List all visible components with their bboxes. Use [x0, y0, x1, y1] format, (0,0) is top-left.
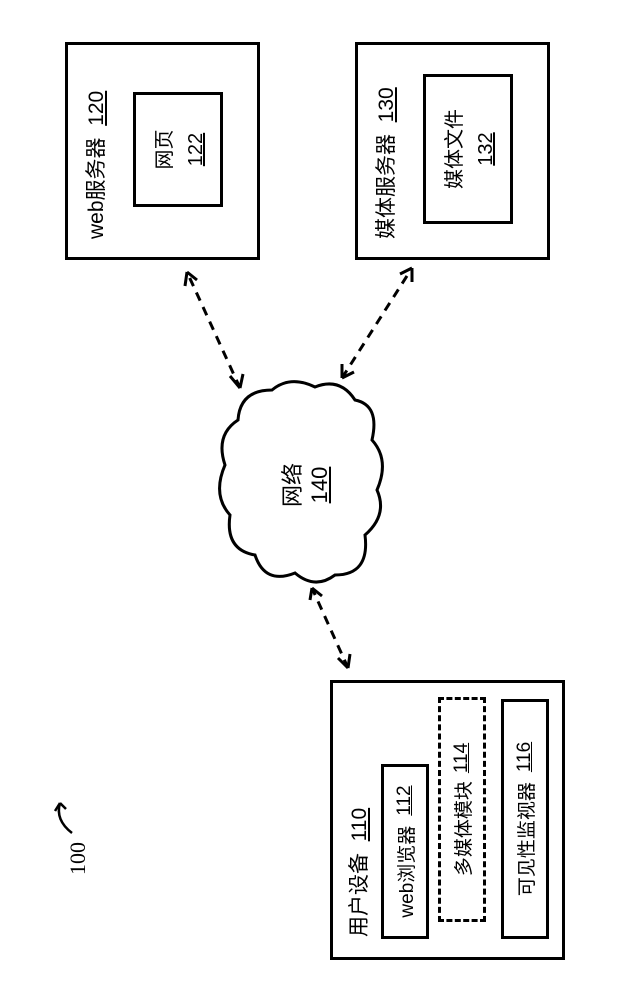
system-diagram: 100 用户设备 110 web浏览器 112 多媒体模块 114 可见性监视器: [0, 191, 618, 809]
monitor-title: 可见性监视器: [512, 782, 539, 896]
network-ref: 140: [307, 450, 333, 520]
web-browser-ref: 112: [394, 785, 416, 815]
media-server-ref: 130: [375, 87, 398, 122]
workspace: 100 用户设备 110 web浏览器 112 多媒体模块 114 可见性监视器: [0, 0, 618, 1000]
multimedia-title: 多媒体模块: [449, 781, 476, 876]
media-server-box: 媒体服务器 130 媒体文件 132: [355, 42, 550, 260]
webpage-title: 网页: [148, 130, 177, 170]
web-browser-box: web浏览器 112: [381, 764, 429, 939]
figure-ref: 100: [65, 842, 91, 875]
arrow-network-to-mediaserver: [330, 255, 425, 390]
network-label: 网络 140: [275, 450, 333, 520]
arrow-user-to-network: [300, 570, 360, 680]
media-file-title: 媒体文件: [438, 109, 467, 189]
media-server-label: 媒体服务器 130: [370, 87, 400, 239]
webpage-ref: 122: [185, 133, 208, 166]
visibility-monitor-box: 可见性监视器 116: [501, 699, 549, 939]
media-file-box: 媒体文件 132: [423, 74, 513, 224]
web-server-label: web服务器 120: [80, 91, 110, 239]
multimedia-ref: 114: [451, 743, 473, 773]
media-server-title: 媒体服务器: [375, 134, 398, 239]
web-server-title: web服务器: [85, 137, 108, 239]
user-device-box: 用户设备 110 web浏览器 112 多媒体模块 114 可见性监视器 116: [330, 680, 565, 960]
media-file-ref: 132: [475, 132, 498, 165]
figure-ref-arrow: [50, 795, 80, 835]
webpage-box: 网页 122: [133, 92, 223, 207]
web-browser-title: web浏览器: [392, 826, 419, 918]
web-server-box: web服务器 120 网页 122: [65, 42, 260, 260]
arrow-network-to-webserver: [175, 255, 255, 400]
web-server-ref: 120: [85, 91, 108, 126]
multimedia-module-box: 多媒体模块 114: [438, 697, 486, 922]
monitor-ref: 116: [514, 742, 536, 772]
user-device-label: 用户设备 110: [343, 808, 373, 937]
user-device-title: 用户设备: [348, 853, 371, 937]
network-title: 网络: [275, 450, 307, 520]
user-device-ref: 110: [348, 808, 371, 841]
